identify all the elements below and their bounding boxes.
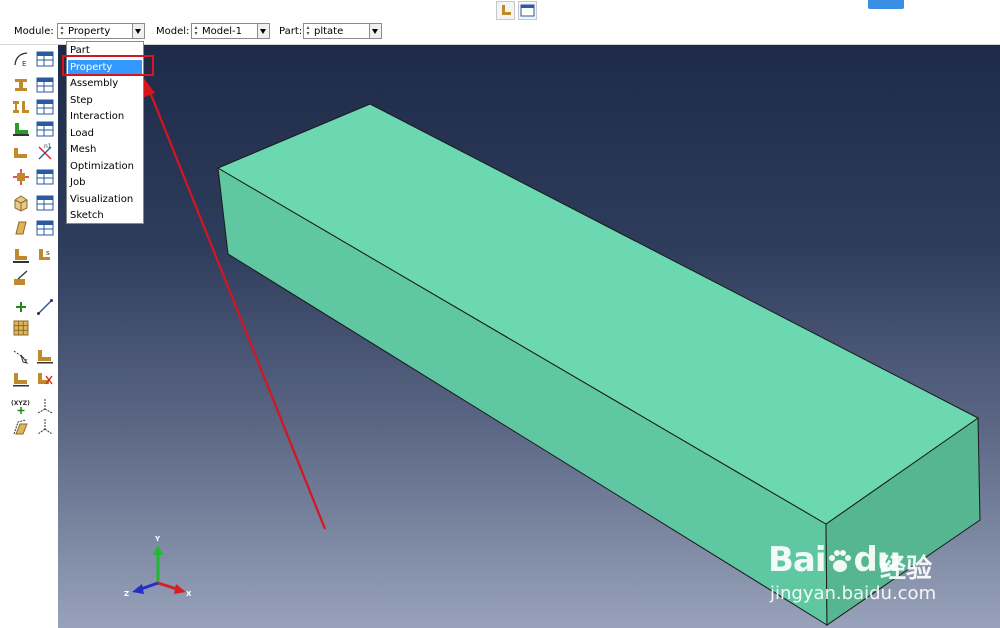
model-value: Model-1 bbox=[202, 26, 242, 37]
section-manager-icon[interactable] bbox=[36, 76, 54, 94]
orientation-manager-icon[interactable] bbox=[36, 168, 54, 186]
module-label: Module: bbox=[14, 26, 54, 37]
xyz-label: (XYZ) bbox=[11, 400, 30, 407]
partition-icon[interactable] bbox=[36, 347, 54, 365]
create-datum-csys-icon[interactable] bbox=[36, 418, 54, 436]
model-label: Model: bbox=[156, 26, 190, 37]
copy-attribute-icon[interactable] bbox=[36, 370, 54, 388]
svg-text:s: s bbox=[46, 249, 50, 257]
module-menu-item-assembly[interactable]: Assembly bbox=[68, 76, 142, 92]
assignment-manager-icon[interactable] bbox=[36, 120, 54, 138]
assign-normal-icon[interactable] bbox=[12, 168, 30, 186]
part-value: pltate bbox=[314, 26, 344, 37]
plus-icon[interactable] bbox=[12, 298, 30, 316]
triad-z-label: Z bbox=[124, 590, 129, 598]
chevron-down-icon[interactable] bbox=[132, 24, 144, 38]
create-section-icon[interactable] bbox=[12, 76, 30, 94]
assign-material-orientation-icon[interactable]: n1 bbox=[36, 142, 54, 160]
attribute-icon[interactable] bbox=[12, 370, 30, 388]
spring-icon[interactable] bbox=[36, 298, 54, 316]
view-triad: Y X Z bbox=[124, 535, 192, 598]
watermark-bai: Bai bbox=[768, 540, 827, 580]
create-composite-icon[interactable] bbox=[12, 194, 30, 212]
create-datum-plane-icon[interactable] bbox=[12, 418, 30, 436]
create-material-icon[interactable]: E bbox=[12, 50, 30, 68]
part-label: Part: bbox=[279, 26, 303, 37]
watermark-url: jingyan.baidu.com bbox=[770, 583, 937, 604]
triad-y-label: Y bbox=[154, 535, 161, 543]
module-icon-1[interactable] bbox=[496, 1, 515, 20]
create-datum-point-icon[interactable]: (XYZ) bbox=[10, 397, 32, 415]
svg-text:n1: n1 bbox=[44, 143, 52, 150]
composite-manager-icon[interactable] bbox=[36, 194, 54, 212]
part-combo[interactable]: ▴ ▾ pltate bbox=[303, 23, 382, 39]
assign-section-icon[interactable] bbox=[12, 120, 30, 138]
spin-icon: ▴ ▾ bbox=[306, 24, 310, 37]
module-menu-item-step[interactable]: Step bbox=[68, 93, 142, 109]
module-value: Property bbox=[68, 26, 111, 37]
create-datum-axis-icon[interactable] bbox=[36, 397, 54, 415]
module-combo[interactable]: ▴ ▾ Property bbox=[57, 23, 145, 39]
create-profile-icon[interactable] bbox=[12, 98, 30, 116]
create-skin-icon[interactable] bbox=[12, 219, 30, 237]
spin-icon: ▴ ▾ bbox=[60, 24, 64, 37]
special-section-2-icon[interactable]: s bbox=[36, 247, 54, 265]
skin-manager-icon[interactable] bbox=[36, 219, 54, 237]
material-manager-icon[interactable] bbox=[36, 50, 54, 68]
context-bar: Module: ▴ ▾ Property Model: ▴ ▾ Model-1 Pa… bbox=[0, 20, 1000, 45]
table-icon[interactable] bbox=[518, 1, 537, 20]
module-toolbox: E n1 s (XYZ) bbox=[0, 45, 59, 628]
special-section-icon[interactable] bbox=[12, 247, 30, 265]
chevron-down-icon[interactable] bbox=[369, 24, 381, 38]
module-menu-item-job[interactable]: Job bbox=[68, 175, 142, 191]
assign-beam-orientation-icon[interactable] bbox=[12, 144, 30, 162]
annotation-highlight-box bbox=[62, 55, 154, 76]
grid-icon[interactable] bbox=[12, 319, 30, 337]
module-menu-item-interaction[interactable]: Interaction bbox=[68, 109, 142, 125]
top-blue-button[interactable] bbox=[868, 0, 904, 9]
profile-manager-icon[interactable] bbox=[36, 98, 54, 116]
svg-text:E: E bbox=[22, 60, 26, 68]
query-icon[interactable] bbox=[12, 347, 30, 365]
spin-icon: ▴ ▾ bbox=[194, 24, 198, 37]
module-menu-item-optimization[interactable]: Optimization bbox=[68, 159, 142, 175]
model-combo[interactable]: ▴ ▾ Model-1 bbox=[191, 23, 270, 39]
paw-logo-icon bbox=[827, 543, 853, 572]
top-toolbar-strip bbox=[0, 0, 1000, 20]
module-menu-item-visualization[interactable]: Visualization bbox=[68, 192, 142, 208]
watermark-chinese: 经验 bbox=[880, 554, 933, 584]
chevron-down-icon[interactable] bbox=[257, 24, 269, 38]
module-menu-item-sketch[interactable]: Sketch bbox=[68, 208, 142, 224]
module-menu-item-load[interactable]: Load bbox=[68, 126, 142, 142]
inertia-icon[interactable] bbox=[12, 269, 30, 287]
module-menu-item-mesh[interactable]: Mesh bbox=[68, 142, 142, 158]
triad-x-label: X bbox=[186, 590, 192, 598]
